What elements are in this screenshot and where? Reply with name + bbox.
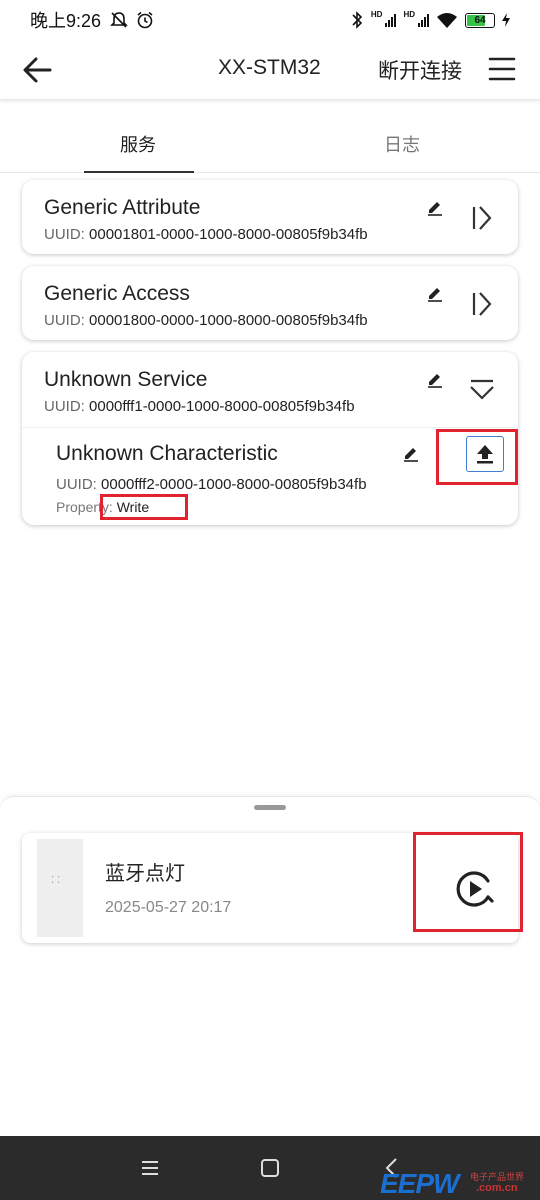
app-bar: XX-STM32 断开连接: [0, 40, 540, 100]
hd-label: HD: [403, 10, 415, 19]
tab-bar: 服务 日志: [0, 101, 540, 173]
edit-pencil-icon[interactable]: [426, 284, 444, 302]
tab-indicator: [84, 171, 194, 173]
macro-name: 蓝牙点灯: [105, 863, 185, 885]
service-uuid: UUID: 00001800-0000-1000-8000-00805f9b34…: [44, 312, 368, 329]
battery-icon: 64: [465, 12, 495, 28]
cell-signal-icon: [385, 13, 397, 27]
status-bar: 晚上9:26 HD HD 64: [0, 0, 540, 40]
watermark-logo: EEPW: [380, 1168, 459, 1199]
service-card[interactable]: Generic Attribute UUID: 00001801-0000-10…: [22, 180, 518, 254]
bluetooth-icon: [352, 11, 363, 29]
status-time: 晚上9:26: [30, 11, 102, 31]
tab-services[interactable]: 服务: [120, 131, 156, 157]
service-name: Generic Attribute: [44, 196, 201, 219]
charging-icon: [502, 13, 510, 27]
battery-level: 64: [474, 14, 486, 26]
alarm-clock-icon: [137, 11, 153, 29]
service-uuid: UUID: 0000fff1-0000-1000-8000-00805f9b34…: [44, 398, 355, 415]
mute-bell-icon: [110, 12, 128, 28]
watermark-url: .com.cn: [476, 1182, 518, 1194]
sheet-drag-handle[interactable]: [254, 805, 286, 810]
service-card[interactable]: Generic Access UUID: 00001800-0000-1000-…: [22, 266, 518, 340]
edit-pencil-icon[interactable]: [426, 198, 444, 216]
characteristic-name: Unknown Characteristic: [56, 442, 278, 465]
highlight-box-property: [100, 494, 188, 520]
eepw-watermark: EEPW 电子产品世界 .com.cn: [380, 1168, 540, 1200]
device-title: XX-STM32: [218, 56, 321, 79]
highlight-box-play: [413, 832, 523, 932]
edit-pencil-icon[interactable]: [426, 370, 444, 388]
expand-right-icon[interactable]: [470, 290, 496, 318]
macro-thumbnail: ⁚ ⁚: [37, 839, 83, 937]
hamburger-menu-icon[interactable]: [488, 56, 516, 82]
service-uuid: UUID: 00001801-0000-1000-8000-00805f9b34…: [44, 226, 368, 243]
hd-label: HD: [370, 10, 383, 19]
tab-logs[interactable]: 日志: [384, 131, 420, 157]
disconnect-button[interactable]: 断开连接: [378, 55, 462, 85]
edit-pencil-icon[interactable]: [402, 444, 420, 462]
highlight-box-upload: [436, 429, 518, 485]
cell-signal-icon: [418, 13, 429, 27]
service-name: Generic Access: [44, 282, 190, 305]
arrow-left-icon[interactable]: [20, 52, 56, 88]
expand-right-icon[interactable]: [470, 204, 496, 232]
menu-nav-icon[interactable]: [138, 1156, 162, 1180]
divider: [22, 427, 518, 428]
service-name: Unknown Service: [44, 368, 208, 391]
wifi-icon: [437, 13, 457, 28]
collapse-down-icon[interactable]: [469, 377, 495, 405]
home-nav-icon[interactable]: [258, 1156, 282, 1180]
characteristic-uuid: UUID: 0000fff2-0000-1000-8000-00805f9b34…: [56, 476, 367, 493]
macro-date: 2025-05-27 20:17: [105, 899, 232, 916]
